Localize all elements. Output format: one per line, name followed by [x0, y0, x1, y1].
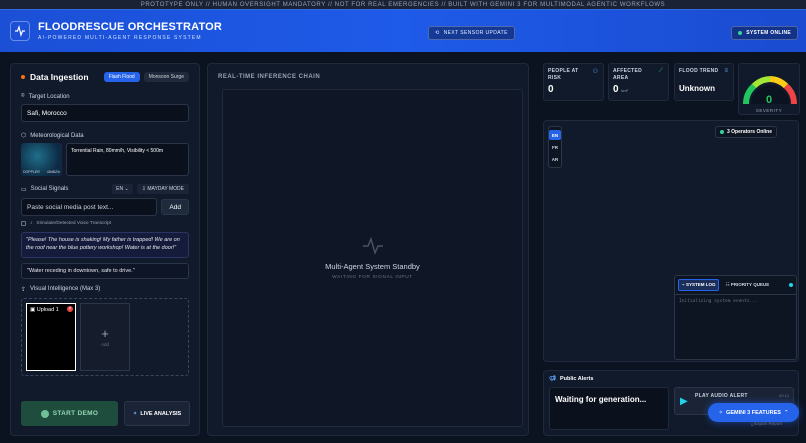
upload-thumbnail[interactable]: ▣ Upload 1 ×: [26, 302, 76, 371]
pulse-logo-icon: [10, 21, 30, 41]
flood-trend-label: FLOOD TREND: [679, 68, 719, 74]
start-demo-label: START DEMO: [52, 410, 99, 417]
sensor-icon: ⟲: [435, 30, 440, 36]
gemini-features-label: GEMINI 3 FEATURES: [726, 409, 781, 416]
mode-flash-flood-button[interactable]: Flash Flood: [103, 72, 140, 82]
social-post-item[interactable]: "Water receding in downtown, safe to dri…: [21, 262, 189, 279]
system-log-text: Initializing system events...: [679, 299, 758, 304]
tab-system-log[interactable]: ⌁ SYSTEM LOG: [678, 279, 720, 291]
data-ingestion-title: Data Ingestion: [30, 72, 89, 82]
pulse-icon: [362, 236, 383, 256]
system-status-label: SYSTEM ONLINE: [746, 30, 791, 36]
affected-area-value: 0: [613, 84, 619, 95]
add-image-label: Add: [100, 341, 109, 347]
visual-intelligence-label: Visual Intelligence (Max 3): [30, 286, 101, 293]
play-icon: ▶: [680, 396, 688, 407]
flood-trend-value: Unknown: [679, 83, 715, 93]
doppler-radar-image: DOPPLER 45dBZ/h: [21, 143, 62, 176]
trend-icon: ≡: [724, 68, 728, 74]
mic-icon: ♪: [30, 221, 33, 226]
app-subtitle: AI-POWERED MULTI-AGENT RESPONSE SYSTEM: [38, 35, 202, 41]
target-location-label: Target Location: [28, 93, 70, 100]
social-language-select[interactable]: EN ⌄: [112, 184, 133, 194]
gemini-features-button[interactable]: ✧ GEMINI 3 FEATURES ⌃: [708, 403, 799, 422]
app-title: FLOODRESCUE ORCHESTRATOR: [38, 21, 223, 33]
inference-chain-panel: REAL-TIME INFERENCE CHAIN Multi-Agent Sy…: [207, 63, 529, 436]
alert-generation-status: Waiting for generation...: [549, 387, 669, 430]
data-ingestion-panel: Data Ingestion Flash Flood Monsoon Surge…: [10, 63, 200, 436]
operators-online-label: 3 Operators Online: [727, 129, 773, 135]
affected-area-card: ⟋ AFFECTED AREA 0 km²: [608, 63, 669, 101]
visual-upload-dropzone[interactable]: ▣ Upload 1 × + Add: [21, 297, 189, 376]
location-pin-icon: ⌾: [21, 93, 25, 99]
severity-value: 0: [765, 94, 773, 106]
voice-transcript-label: Simulate/Detected Voice Transcript: [36, 221, 112, 226]
system-log-panel: ⌁ SYSTEM LOG ☷ PRIORITY QUEUE Initializi…: [674, 275, 797, 360]
upload-label: Upload 1: [36, 306, 59, 313]
start-demo-button[interactable]: START DEMO: [21, 401, 118, 426]
play-audio-alert-label: PLAY AUDIO ALERT: [695, 393, 748, 399]
record-circle-icon: [40, 409, 49, 418]
ruler-icon: ⟋: [658, 68, 663, 74]
spark-icon: ✦: [132, 410, 138, 417]
system-standby-status: Multi-Agent System Standby: [325, 262, 420, 271]
tab-priority-queue[interactable]: ☷ PRIORITY QUEUE: [722, 280, 772, 290]
next-sensor-update-button[interactable]: ⟲ NEXT SENSOR UPDATE: [428, 26, 515, 40]
image-file-icon: ▣: [30, 306, 36, 313]
affected-area-unit: km²: [621, 88, 629, 93]
affected-area-label: AFFECTED AREA: [613, 68, 643, 81]
plus-icon: +: [101, 325, 109, 341]
radar-right-label: 45dBZ/h: [46, 170, 60, 174]
indicator-dot-icon: [21, 75, 25, 79]
megaphone-icon: 📢︎: [549, 376, 556, 382]
radar-left-label: DOPPLER: [23, 170, 40, 174]
upload-icon: ⇪: [21, 286, 27, 293]
mode-monsoon-surge-button[interactable]: Monsoon Surge: [143, 72, 189, 82]
sparkle-icon: ✧: [718, 409, 724, 416]
system-status-badge: SYSTEM ONLINE: [731, 26, 798, 40]
language-switcher: EN FR AR: [548, 126, 562, 168]
map-panel[interactable]: EN FR AR 3 Operators Online ⌁ SYSTEM LOG…: [543, 120, 799, 362]
people-at-risk-label: PEOPLE AT RISK: [548, 68, 579, 81]
social-signals-label: Social Signals: [30, 186, 69, 192]
voice-transcript-checkbox[interactable]: [21, 221, 26, 226]
chat-icon: ▭: [21, 186, 27, 193]
meteorological-data-input[interactable]: Torrential Rain, 80mm/h, Visibility < 50…: [66, 143, 189, 176]
chevron-up-icon: ⌃: [783, 409, 789, 416]
add-post-button[interactable]: Add: [161, 199, 189, 215]
export-report-link[interactable]: ⤓ Export Report: [751, 421, 782, 426]
social-post-input[interactable]: Paste social media post text...: [21, 198, 158, 216]
mayday-mode-button[interactable]: ⇩ MAYDAY MODE: [136, 184, 189, 194]
target-location-input[interactable]: Safi, Morocco: [21, 104, 189, 122]
tag-icon: ⬡: [21, 133, 27, 139]
inference-chain-area: Multi-Agent System Standby WAITING FOR S…: [222, 89, 523, 427]
live-analysis-label: LIVE ANALYSIS: [140, 410, 182, 417]
live-dot-icon: [789, 283, 793, 287]
people-at-risk-value: 0: [548, 84, 554, 95]
waiting-signal-status: WAITING FOR SIGNAL INPUT: [332, 275, 413, 280]
online-dot-icon: [738, 31, 743, 35]
public-alerts-title: Public Alerts: [559, 376, 594, 382]
people-icon: ⚇: [592, 69, 598, 75]
people-at-risk-card: ⚇ PEOPLE AT RISK 0: [543, 63, 604, 101]
prototype-banner: PROTOTYPE ONLY // HUMAN OVERSIGHT MANDAT…: [0, 0, 806, 10]
next-sensor-update-label: NEXT SENSOR UPDATE: [443, 30, 508, 36]
severity-gauge: 0 SEVERITY: [738, 63, 800, 115]
lang-ar-button[interactable]: AR: [549, 154, 561, 164]
audio-duration: 00:12: [778, 393, 789, 398]
lang-fr-button[interactable]: FR: [549, 142, 561, 152]
app-header: FLOODRESCUE ORCHESTRATOR AI-POWERED MULT…: [0, 10, 806, 52]
remove-upload-icon[interactable]: ×: [67, 305, 73, 312]
severity-label: SEVERITY: [755, 108, 783, 113]
online-dot-icon: [720, 130, 724, 134]
live-analysis-button[interactable]: ✦ LIVE ANALYSIS: [124, 401, 190, 426]
social-post-item[interactable]: "Please! The house is shaking! My father…: [21, 232, 189, 258]
meteorological-data-label: Meteorological Data: [30, 132, 84, 139]
lang-en-button[interactable]: EN: [549, 130, 561, 140]
inference-chain-title: REAL-TIME INFERENCE CHAIN: [218, 74, 321, 80]
add-image-tile[interactable]: + Add: [80, 302, 130, 371]
operators-online-badge: 3 Operators Online: [715, 126, 778, 138]
flood-trend-card: ≡ FLOOD TREND Unknown: [674, 63, 734, 101]
